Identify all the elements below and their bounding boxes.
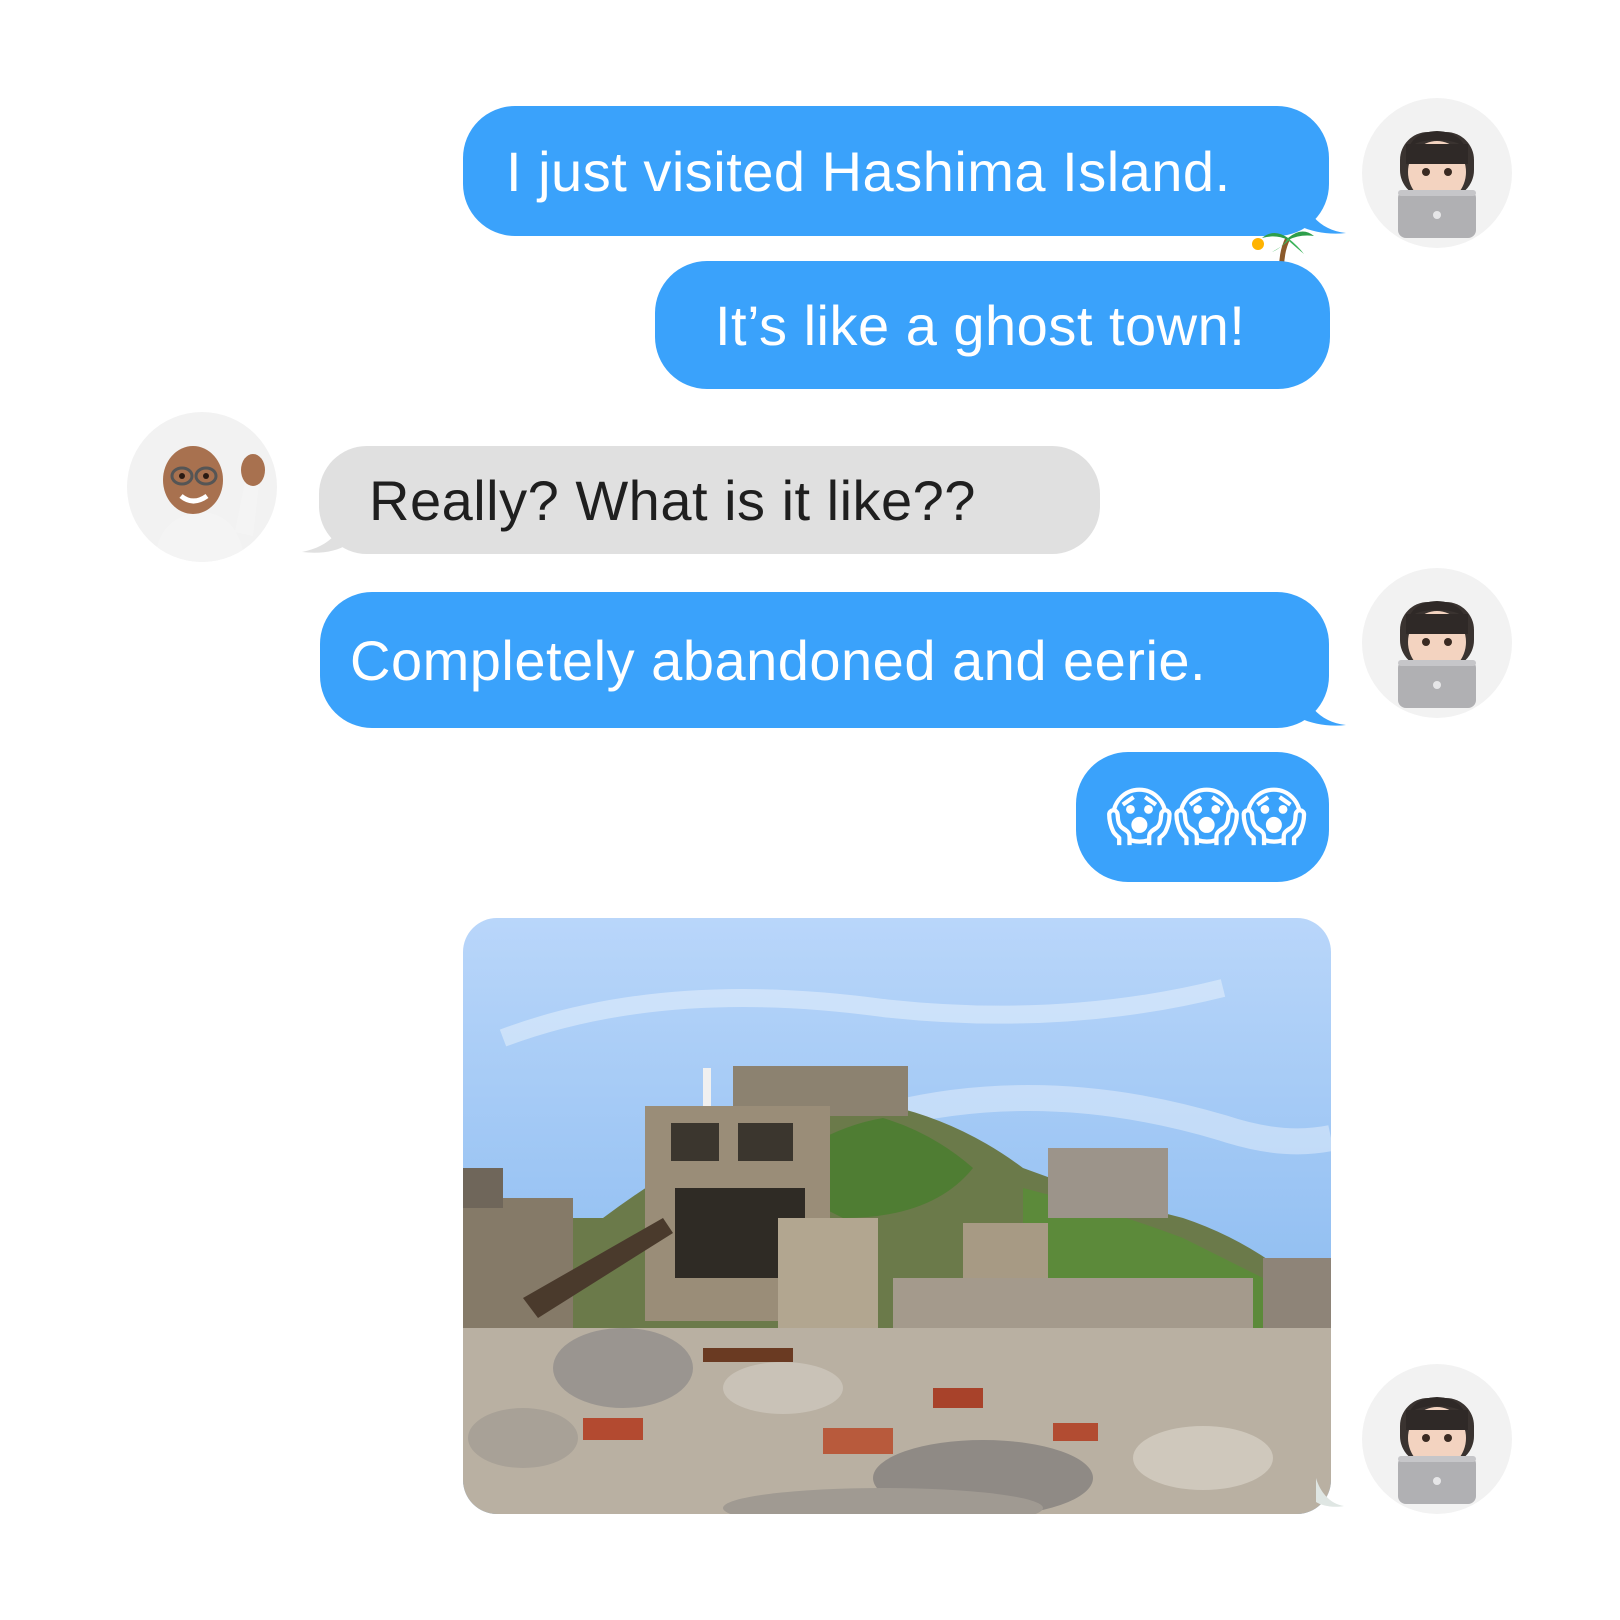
memoji-man-waving-icon — [155, 446, 265, 562]
avatar-me[interactable] — [1362, 98, 1512, 248]
hashima-island-photo — [463, 918, 1331, 1514]
bubble-tail — [1316, 1478, 1344, 1507]
message-bubble-outgoing[interactable]: 😱😱😱 — [1076, 752, 1329, 882]
message-text: It’s like a ghost town! — [715, 293, 1246, 357]
photo-message[interactable] — [463, 918, 1331, 1514]
message-bubble-outgoing[interactable]: It’s like a ghost town! — [655, 261, 1330, 389]
message-bubble-outgoing[interactable]: Completely abandoned and eerie. — [320, 592, 1329, 728]
memoji-girl-laptop-icon — [1398, 131, 1476, 238]
message-text: Really? What is it like?? — [369, 468, 976, 532]
message-bubble-incoming[interactable]: Really? What is it like?? — [319, 446, 1100, 554]
memoji-girl-laptop-icon — [1398, 601, 1476, 708]
screaming-face-emoji: 😱😱😱 — [1106, 780, 1308, 853]
message-bubble-outgoing[interactable]: I just visited Hashima Island. — [463, 106, 1329, 236]
avatar-friend[interactable] — [127, 412, 277, 562]
memoji-girl-laptop-icon — [1398, 1397, 1476, 1504]
message-text: Completely abandoned and eerie. — [350, 628, 1207, 692]
bubble-tail — [302, 506, 348, 553]
message-text: I just visited Hashima Island. — [506, 139, 1231, 203]
avatar-me[interactable] — [1362, 1364, 1512, 1514]
avatar-me[interactable] — [1362, 568, 1512, 718]
bubble-tail — [1300, 678, 1346, 726]
